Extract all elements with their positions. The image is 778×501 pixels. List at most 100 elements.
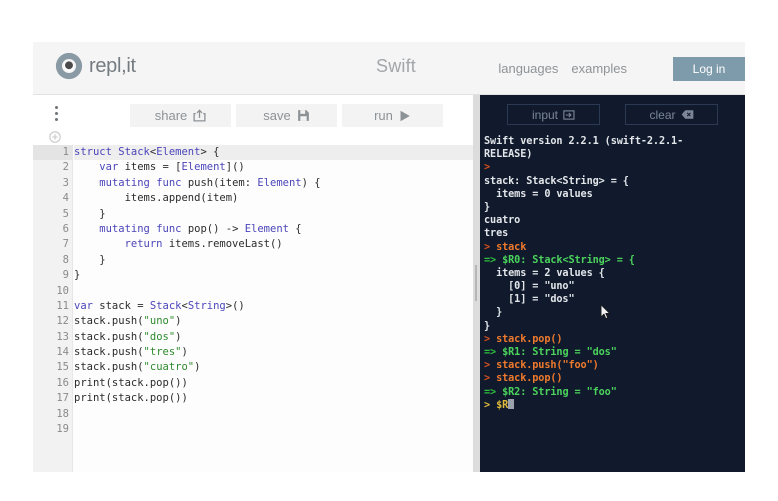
console-line: tres (484, 227, 745, 240)
line-number: 18 (56, 407, 69, 420)
console-line: items = 2 values { (484, 267, 745, 280)
code-line[interactable]: } (74, 268, 473, 283)
console-clear-button[interactable]: clear (625, 104, 718, 125)
code-line[interactable]: print(stack.pop()) (74, 391, 473, 406)
splitter-grip[interactable] (475, 265, 477, 301)
nav-link-examples[interactable]: examples (571, 61, 627, 76)
code-line[interactable]: } (74, 253, 473, 268)
console-line: > stack.pop() (484, 333, 745, 346)
line-number: 7 (62, 238, 69, 251)
console-segment: => (484, 386, 503, 398)
run-button[interactable]: run (342, 104, 443, 127)
console-line: > stack (484, 241, 745, 254)
line-number: 2 (62, 161, 69, 174)
code-token: items.removeLast() (162, 238, 283, 251)
console-line: Swift version 2.2.1 (swift-2.2.1- (484, 135, 745, 148)
code-token: items.append(item) (74, 192, 239, 205)
code-editor[interactable]: 1▾2 3▾4 5 6▾7 8 9 10 11 12 13 14 15 16 17 18 19 struct … (33, 145, 473, 472)
code-text-area[interactable]: struct Stack<Element> { var items = [Ele… (74, 145, 473, 472)
code-line[interactable] (74, 422, 473, 437)
code-line[interactable]: stack.push("tres") (74, 345, 473, 360)
code-line[interactable]: struct Stack<Element> { (74, 145, 473, 161)
console-segment: [1] = "dos" (484, 294, 575, 306)
code-token: >() (225, 299, 245, 312)
header-nav: languages examples (498, 61, 627, 76)
line-number: 3▾ (33, 176, 79, 191)
code-line[interactable]: var stack = Stack<String>() (74, 299, 473, 314)
code-line[interactable]: stack.push("dos") (74, 330, 473, 345)
code-token: push(item: (181, 176, 258, 189)
code-line[interactable]: print(stack.pop()) (74, 376, 473, 391)
code-token: ) (181, 346, 188, 359)
repl-aperture-logo-icon (55, 52, 83, 80)
save-button[interactable]: save (236, 104, 337, 127)
code-token: Element (156, 146, 201, 158)
console-line: => $R0: Stack<String> = { (484, 254, 745, 267)
console-line: => $R1: String = "dos" (484, 346, 745, 359)
console-segment: > (484, 333, 497, 345)
console-segment: stack: Stack<String> = { (484, 175, 629, 187)
console-segment: $R2: String = "foo" (502, 386, 617, 398)
code-line[interactable]: items.append(item) (74, 191, 473, 206)
console-text-cursor (508, 398, 515, 409)
line-number: 13 (56, 330, 69, 343)
backspace-delete-icon (681, 110, 693, 119)
console-output[interactable]: Swift version 2.2.1 (swift-2.2.1- RELEASE… (480, 131, 745, 472)
console-input-button[interactable]: input (507, 104, 600, 125)
code-token: "uno" (143, 315, 176, 328)
console-segment: stack.pop() (496, 333, 563, 345)
console-segment: items = 0 values (484, 188, 593, 200)
plus-circle-icon[interactable] (49, 131, 61, 143)
console-segment: $R0: Stack<String> = { (502, 254, 635, 266)
line-number: 15 (56, 361, 69, 374)
panel-splitter[interactable] (473, 95, 480, 472)
code-token: stack.push( (74, 361, 144, 374)
share-button-label: share (154, 108, 188, 123)
line-number: 19 (56, 423, 69, 436)
login-button[interactable]: Log in (673, 57, 745, 81)
code-token: > { (200, 146, 220, 158)
kebab-menu-icon[interactable] (49, 103, 63, 123)
share-button[interactable]: share (130, 104, 231, 127)
brand-logo[interactable]: repl,it (54, 51, 136, 81)
console-line: stack: Stack<String> = { (484, 175, 745, 188)
console-line: } (484, 320, 745, 333)
console-line: items = 0 values (484, 188, 745, 201)
console-segment: => (484, 347, 503, 358)
console-line: RELEASE) (484, 148, 745, 161)
console-segment: > (484, 162, 491, 174)
line-number: 10 (56, 284, 69, 297)
run-button-label: run (374, 108, 393, 123)
code-token: Element (244, 222, 289, 235)
console-segment: tres (484, 228, 509, 240)
code-line[interactable]: } (74, 207, 473, 222)
console-line: } (484, 306, 745, 319)
language-title: Swift (376, 56, 417, 76)
repl-it-app: repl,it Swift languages examples Log in … (0, 0, 778, 501)
console-segment: > (484, 399, 497, 411)
nav-link-languages[interactable]: languages (498, 61, 558, 76)
code-token: func (156, 176, 182, 189)
code-line[interactable]: var items = [Element]() (74, 160, 473, 175)
code-token: ) (194, 361, 201, 374)
code-token: items = [ (118, 161, 182, 174)
code-line[interactable] (74, 284, 473, 299)
code-line[interactable]: stack.push("uno") (74, 314, 473, 329)
code-line[interactable]: mutating func pop() -> Element { (74, 222, 473, 237)
line-number-gutter: 1▾2 3▾4 5 6▾7 8 9 10 11 12 13 14 15 16 17 18 19 (33, 145, 79, 472)
code-token: "cuatro" (143, 361, 195, 374)
code-token: struct (74, 146, 112, 158)
kebab-dot (54, 117, 58, 121)
code-token: pop() -> (181, 222, 245, 235)
code-line[interactable]: return items.removeLast() (74, 237, 473, 252)
code-line[interactable]: stack.push("cuatro") (74, 360, 473, 375)
code-line[interactable] (74, 407, 473, 422)
code-token: ) (175, 330, 182, 343)
console-segment: [0] = "uno" (484, 281, 575, 293)
code-line[interactable]: mutating func push(item: Element) { (74, 176, 473, 191)
console-segment: } (484, 201, 491, 213)
console-segment: items = 2 values { (484, 267, 605, 279)
